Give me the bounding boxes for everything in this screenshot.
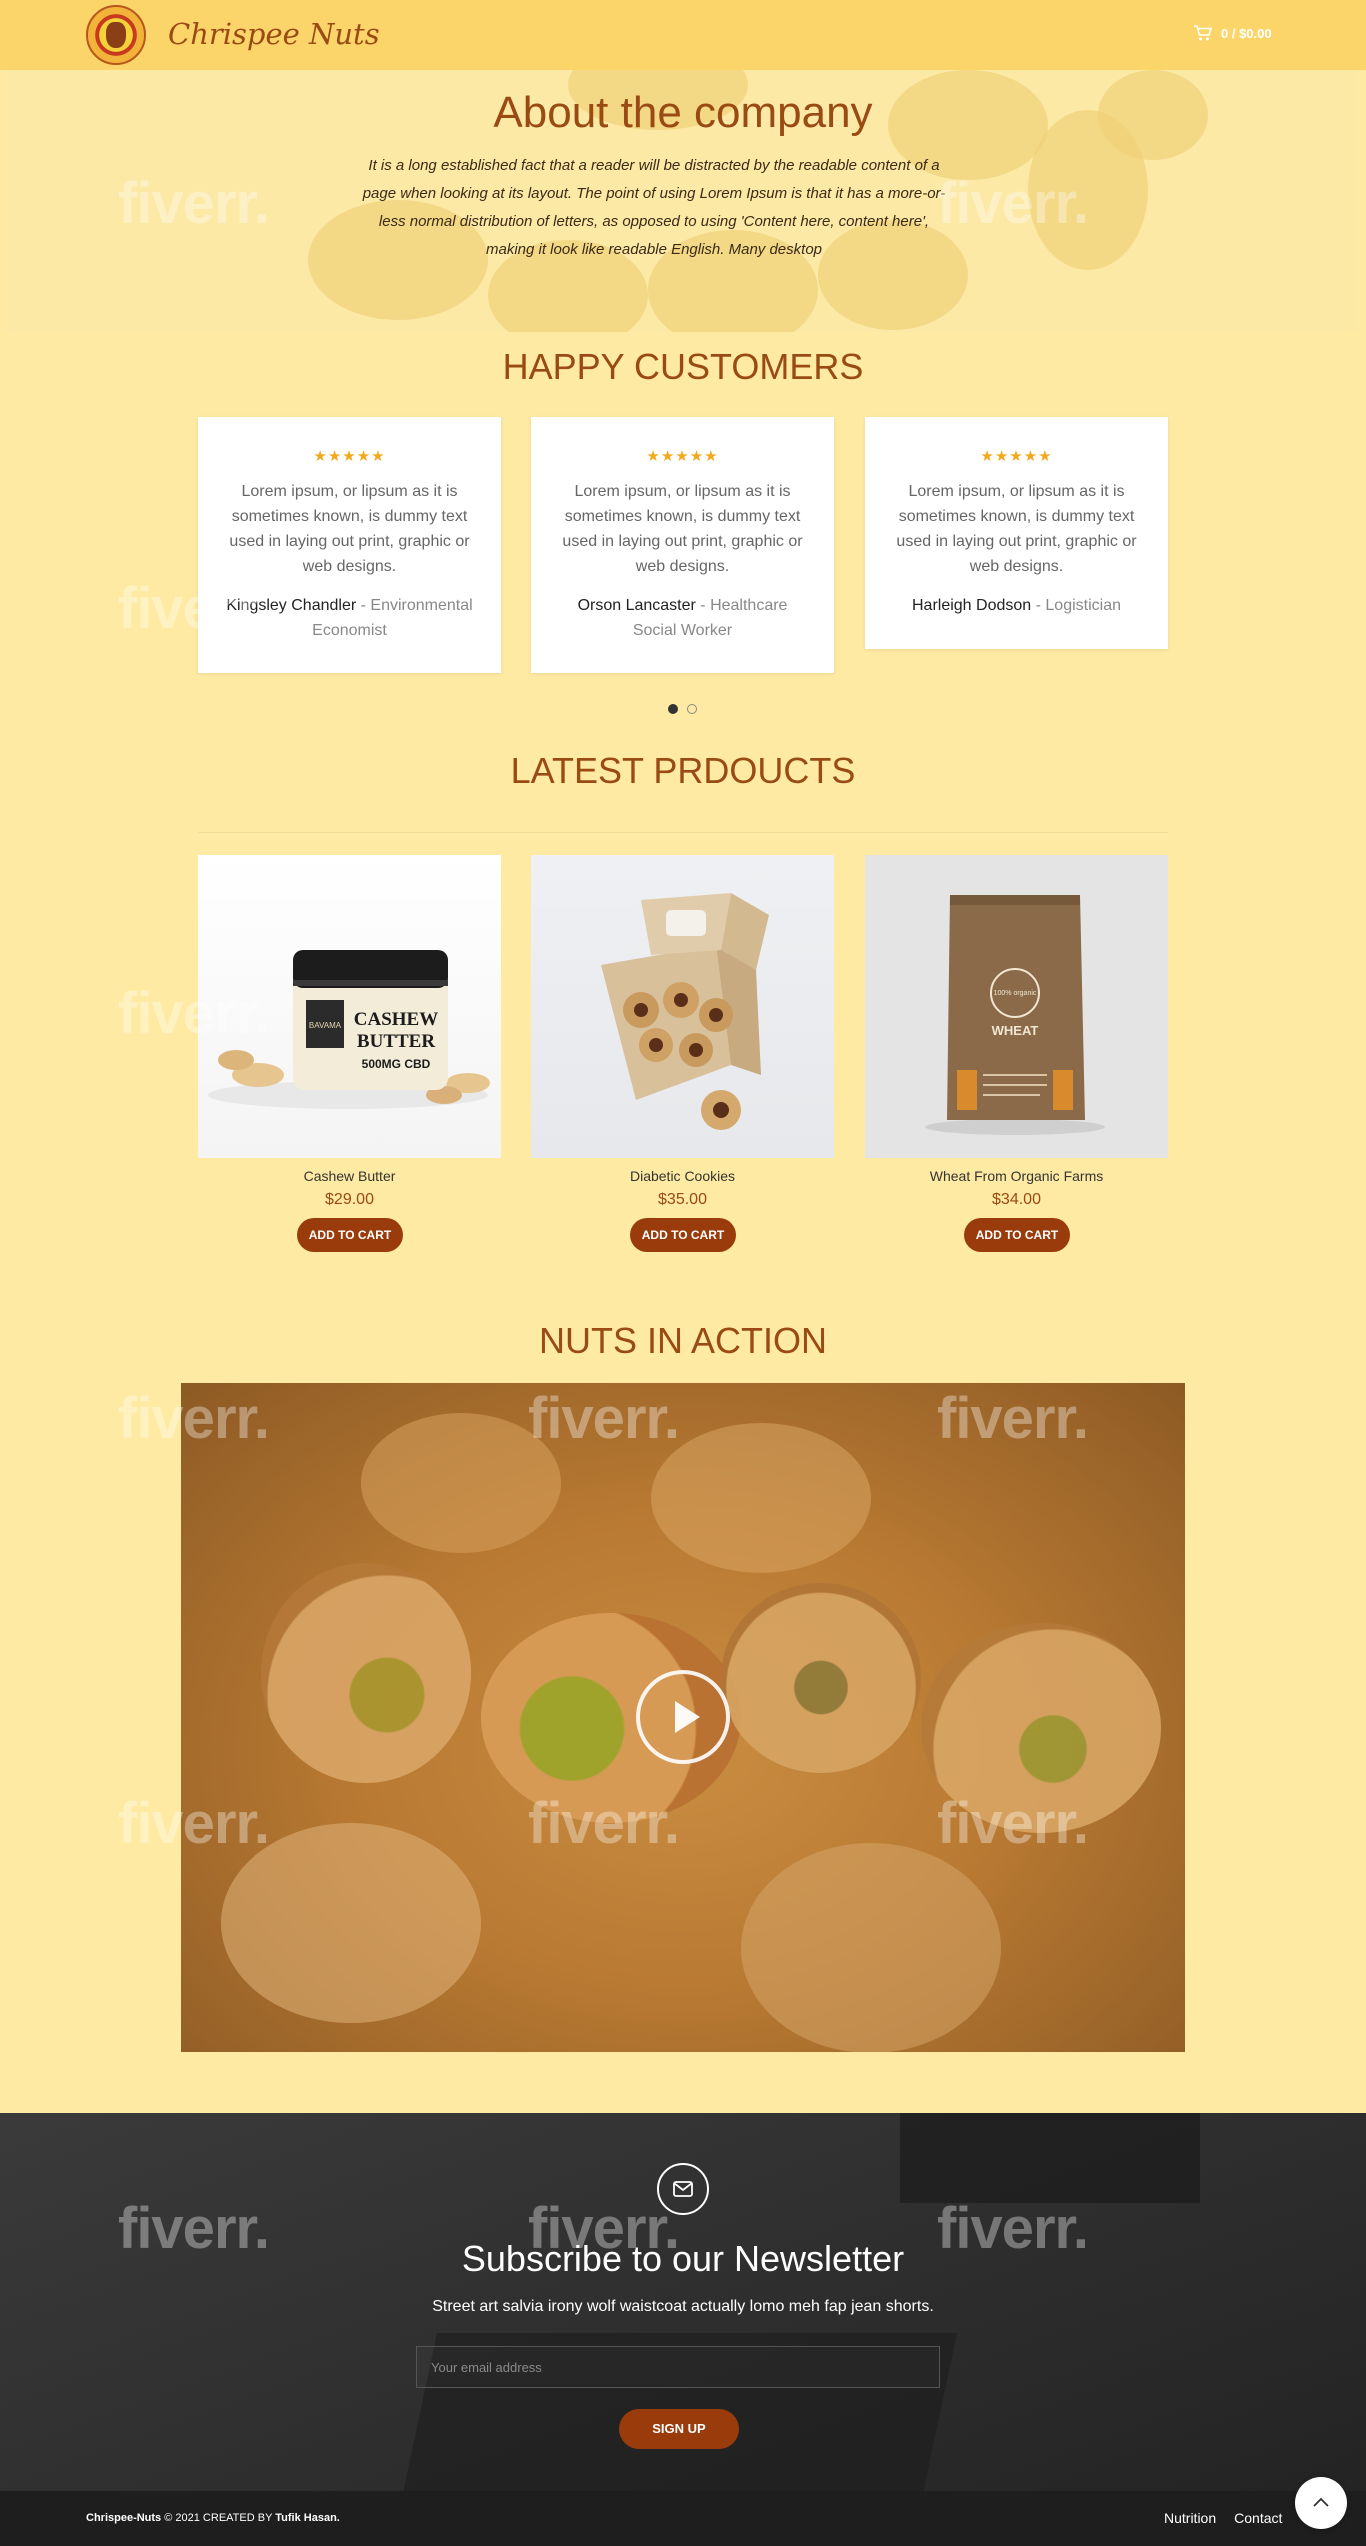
- chevron-up-icon: [1313, 2497, 1329, 2507]
- email-input[interactable]: [416, 2346, 940, 2388]
- sign-up-button[interactable]: SIGN UP: [619, 2409, 739, 2449]
- testimonials-title: HAPPY CUSTOMERS: [502, 346, 864, 387]
- pistachio-decoration: [721, 1583, 921, 1773]
- add-to-cart-button[interactable]: ADD TO CART: [297, 1218, 403, 1252]
- site-footer: Chrispee-Nuts © 2021 CREATED BY Tufik Ha…: [0, 2491, 1366, 2546]
- bag-badge-text: 100% organic: [994, 990, 1037, 997]
- testimonial-author: Orson Lancaster - Healthcare Social Work…: [577, 597, 788, 639]
- pistachio-decoration: [261, 1563, 471, 1783]
- author-name: Harleigh Dodson: [911, 597, 1032, 614]
- jar-label-line3: 500MG CBD: [362, 1057, 431, 1071]
- rating-stars: ★★★★★: [646, 448, 719, 465]
- logo[interactable]: [86, 5, 146, 65]
- logo-mascot: [106, 22, 126, 48]
- jar-label-line1: CASHEW: [354, 1009, 438, 1030]
- jar-brand-text: BAVAMA: [309, 1021, 342, 1030]
- wheat-bag-illustration: 100% organic WHEAT: [925, 895, 1105, 1135]
- product-name[interactable]: Diabetic Cookies: [531, 1168, 834, 1184]
- rating-stars: ★★★★★: [313, 448, 386, 465]
- products-title: LATEST PRDOUCTS: [510, 750, 856, 791]
- carousel-dot[interactable]: [687, 704, 697, 714]
- product-name[interactable]: Cashew Butter: [198, 1168, 501, 1184]
- author-name: Kingsley Chandler: [226, 597, 357, 614]
- cart-button[interactable]: 0 / $0.00: [1193, 24, 1272, 42]
- scroll-to-top-button[interactable]: [1295, 2477, 1347, 2529]
- video-player[interactable]: [181, 1383, 1185, 2052]
- carousel-dots: [668, 704, 697, 714]
- about-text: It is a long established fact that a rea…: [362, 157, 946, 258]
- cookie-box-illustration: [601, 893, 769, 1130]
- footer-author[interactable]: Tufik Hasan.: [275, 2512, 340, 2524]
- footer-links: Nutrition Contact: [1164, 2510, 1282, 2526]
- rating-stars: ★★★★★: [980, 448, 1053, 465]
- cart-icon: [1194, 25, 1213, 41]
- about-title: About the company: [493, 88, 873, 137]
- testimonial-quote: Lorem ipsum, or lipsum as it is sometime…: [229, 483, 470, 575]
- product-image[interactable]: [531, 855, 834, 1158]
- copyright-text: © 2021 CREATED BY: [161, 2512, 276, 2524]
- brand-name[interactable]: Chrispee Nuts: [168, 17, 380, 51]
- newsletter-section: Subscribe to our Newsletter Street art s…: [0, 2113, 1366, 2491]
- pistachio-decoration: [221, 1823, 481, 2023]
- testimonial-author: Harleigh Dodson - Logistician: [911, 597, 1121, 614]
- newsletter-subtitle: Street art salvia irony wolf waistcoat a…: [432, 2298, 934, 2315]
- pistachio-decoration: [361, 1413, 561, 1553]
- product-price: $34.00: [992, 1191, 1041, 1208]
- jar-label-line2: BUTTER: [357, 1031, 435, 1052]
- site-header: Chrispee Nuts 0 / $0.00: [0, 0, 1366, 70]
- product-name[interactable]: Wheat From Organic Farms: [865, 1168, 1168, 1184]
- cart-total: 0 / $0.00: [1221, 25, 1272, 41]
- add-to-cart-button[interactable]: ADD TO CART: [630, 1218, 736, 1252]
- product-image[interactable]: 100% organic WHEAT: [865, 855, 1168, 1158]
- testimonial-card: ★★★★★ Lorem ipsum, or lipsum as it is so…: [865, 417, 1168, 649]
- author-name: Orson Lancaster: [577, 597, 696, 614]
- product-image[interactable]: BAVAMA CASHEW BUTTER 500MG CBD: [198, 855, 501, 1158]
- add-to-cart-button[interactable]: ADD TO CART: [964, 1218, 1070, 1252]
- testimonial-quote: Lorem ipsum, or lipsum as it is sometime…: [562, 483, 803, 575]
- bag-label-text: WHEAT: [992, 1023, 1039, 1038]
- testimonial-author: Kingsley Chandler - Environmental Econom…: [226, 597, 473, 639]
- footer-brand: Chrispee-Nuts: [86, 2512, 162, 2524]
- testimonial-card: ★★★★★ Lorem ipsum, or lipsum as it is so…: [198, 417, 501, 673]
- pistachio-decoration: [741, 1843, 1001, 2052]
- newsletter-title: Subscribe to our Newsletter: [461, 2238, 905, 2279]
- pistachio-decoration: [921, 1623, 1161, 1833]
- author-role: Logistician: [1045, 597, 1121, 614]
- about-section: About the company It is a long establish…: [8, 70, 1358, 332]
- footer-link-contact[interactable]: Contact: [1234, 2510, 1282, 2526]
- carousel-dot[interactable]: [668, 704, 678, 714]
- laptop-decoration: [900, 2113, 1200, 2203]
- play-icon: [675, 1701, 700, 1733]
- product-price: $29.00: [325, 1191, 374, 1208]
- pistachio-decoration: [651, 1423, 871, 1573]
- copyright: Chrispee-Nuts © 2021 CREATED BY Tufik Ha…: [86, 2512, 340, 2524]
- cashew-butter-jar-illustration: BAVAMA CASHEW BUTTER 500MG CBD: [208, 950, 490, 1109]
- video-title: NUTS IN ACTION: [538, 1320, 828, 1361]
- testimonial-card: ★★★★★ Lorem ipsum, or lipsum as it is so…: [531, 417, 834, 673]
- section-divider: [198, 832, 1168, 833]
- play-button[interactable]: [636, 1670, 730, 1764]
- testimonial-quote: Lorem ipsum, or lipsum as it is sometime…: [896, 483, 1137, 575]
- footer-link-nutrition[interactable]: Nutrition: [1164, 2510, 1216, 2526]
- product-price: $35.00: [658, 1191, 707, 1208]
- email-icon: [657, 2163, 709, 2215]
